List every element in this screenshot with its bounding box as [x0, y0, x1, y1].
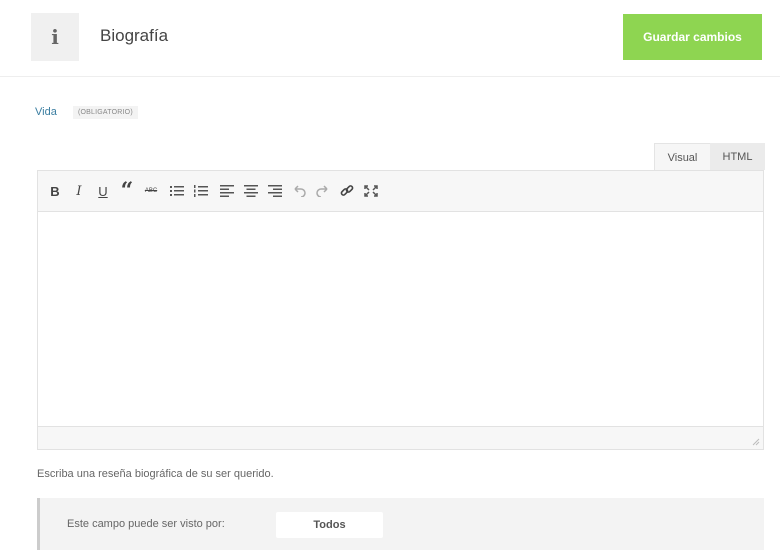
- info-icon-glyph: i: [51, 25, 59, 49]
- section-header: i Biografía Guardar cambios: [0, 0, 780, 77]
- link-icon: [340, 185, 354, 196]
- section-title: Biografía: [100, 26, 169, 45]
- redo-button[interactable]: [312, 178, 334, 204]
- bullet-list-icon: [170, 186, 184, 196]
- info-icon: i: [31, 13, 79, 61]
- align-left-icon: [220, 185, 234, 197]
- align-center-button[interactable]: [240, 178, 262, 204]
- undo-icon: [294, 185, 306, 197]
- undo-button[interactable]: [288, 178, 310, 204]
- editor-statusbar: [38, 426, 763, 449]
- bold-icon: B: [50, 183, 60, 199]
- link-button[interactable]: [336, 178, 358, 204]
- blockquote-icon: “: [120, 178, 134, 204]
- strikethrough-button[interactable]: ABC: [140, 178, 162, 204]
- numbered-list-icon: [194, 185, 208, 197]
- numbered-list-button[interactable]: [190, 178, 212, 204]
- underline-icon: U: [98, 183, 108, 199]
- align-right-button[interactable]: [264, 178, 286, 204]
- italic-icon: I: [76, 183, 82, 199]
- save-changes-button[interactable]: Guardar cambios: [623, 14, 762, 60]
- redo-icon: [316, 185, 328, 197]
- fullscreen-icon: [364, 185, 378, 197]
- visibility-select[interactable]: Todos: [276, 512, 383, 538]
- italic-button[interactable]: I: [68, 178, 90, 204]
- resize-handle-icon[interactable]: [752, 438, 760, 446]
- align-left-button[interactable]: [216, 178, 238, 204]
- bullet-list-button[interactable]: [166, 178, 188, 204]
- field-label: Vida: [35, 106, 57, 118]
- editor-textarea[interactable]: [38, 212, 763, 428]
- visibility-box: Este campo puede ser visto por: Todos: [37, 498, 764, 550]
- underline-button[interactable]: U: [92, 178, 114, 204]
- strikethrough-icon: ABC: [144, 188, 158, 194]
- rich-text-editor: B I U “ ABC: [37, 170, 764, 450]
- align-right-icon: [268, 185, 282, 197]
- align-center-icon: [244, 185, 258, 197]
- tab-html[interactable]: HTML: [710, 143, 765, 170]
- blockquote-button[interactable]: “: [116, 178, 138, 204]
- fullscreen-button[interactable]: [360, 178, 382, 204]
- required-badge: (OBLIGATORIO): [73, 106, 138, 119]
- help-text: Escriba una reseña biográfica de su ser …: [37, 468, 274, 480]
- tab-visual[interactable]: Visual: [654, 143, 711, 171]
- editor-toolbar: B I U “ ABC: [38, 171, 763, 212]
- visibility-label: Este campo puede ser visto por:: [67, 518, 225, 530]
- bold-button[interactable]: B: [44, 178, 66, 204]
